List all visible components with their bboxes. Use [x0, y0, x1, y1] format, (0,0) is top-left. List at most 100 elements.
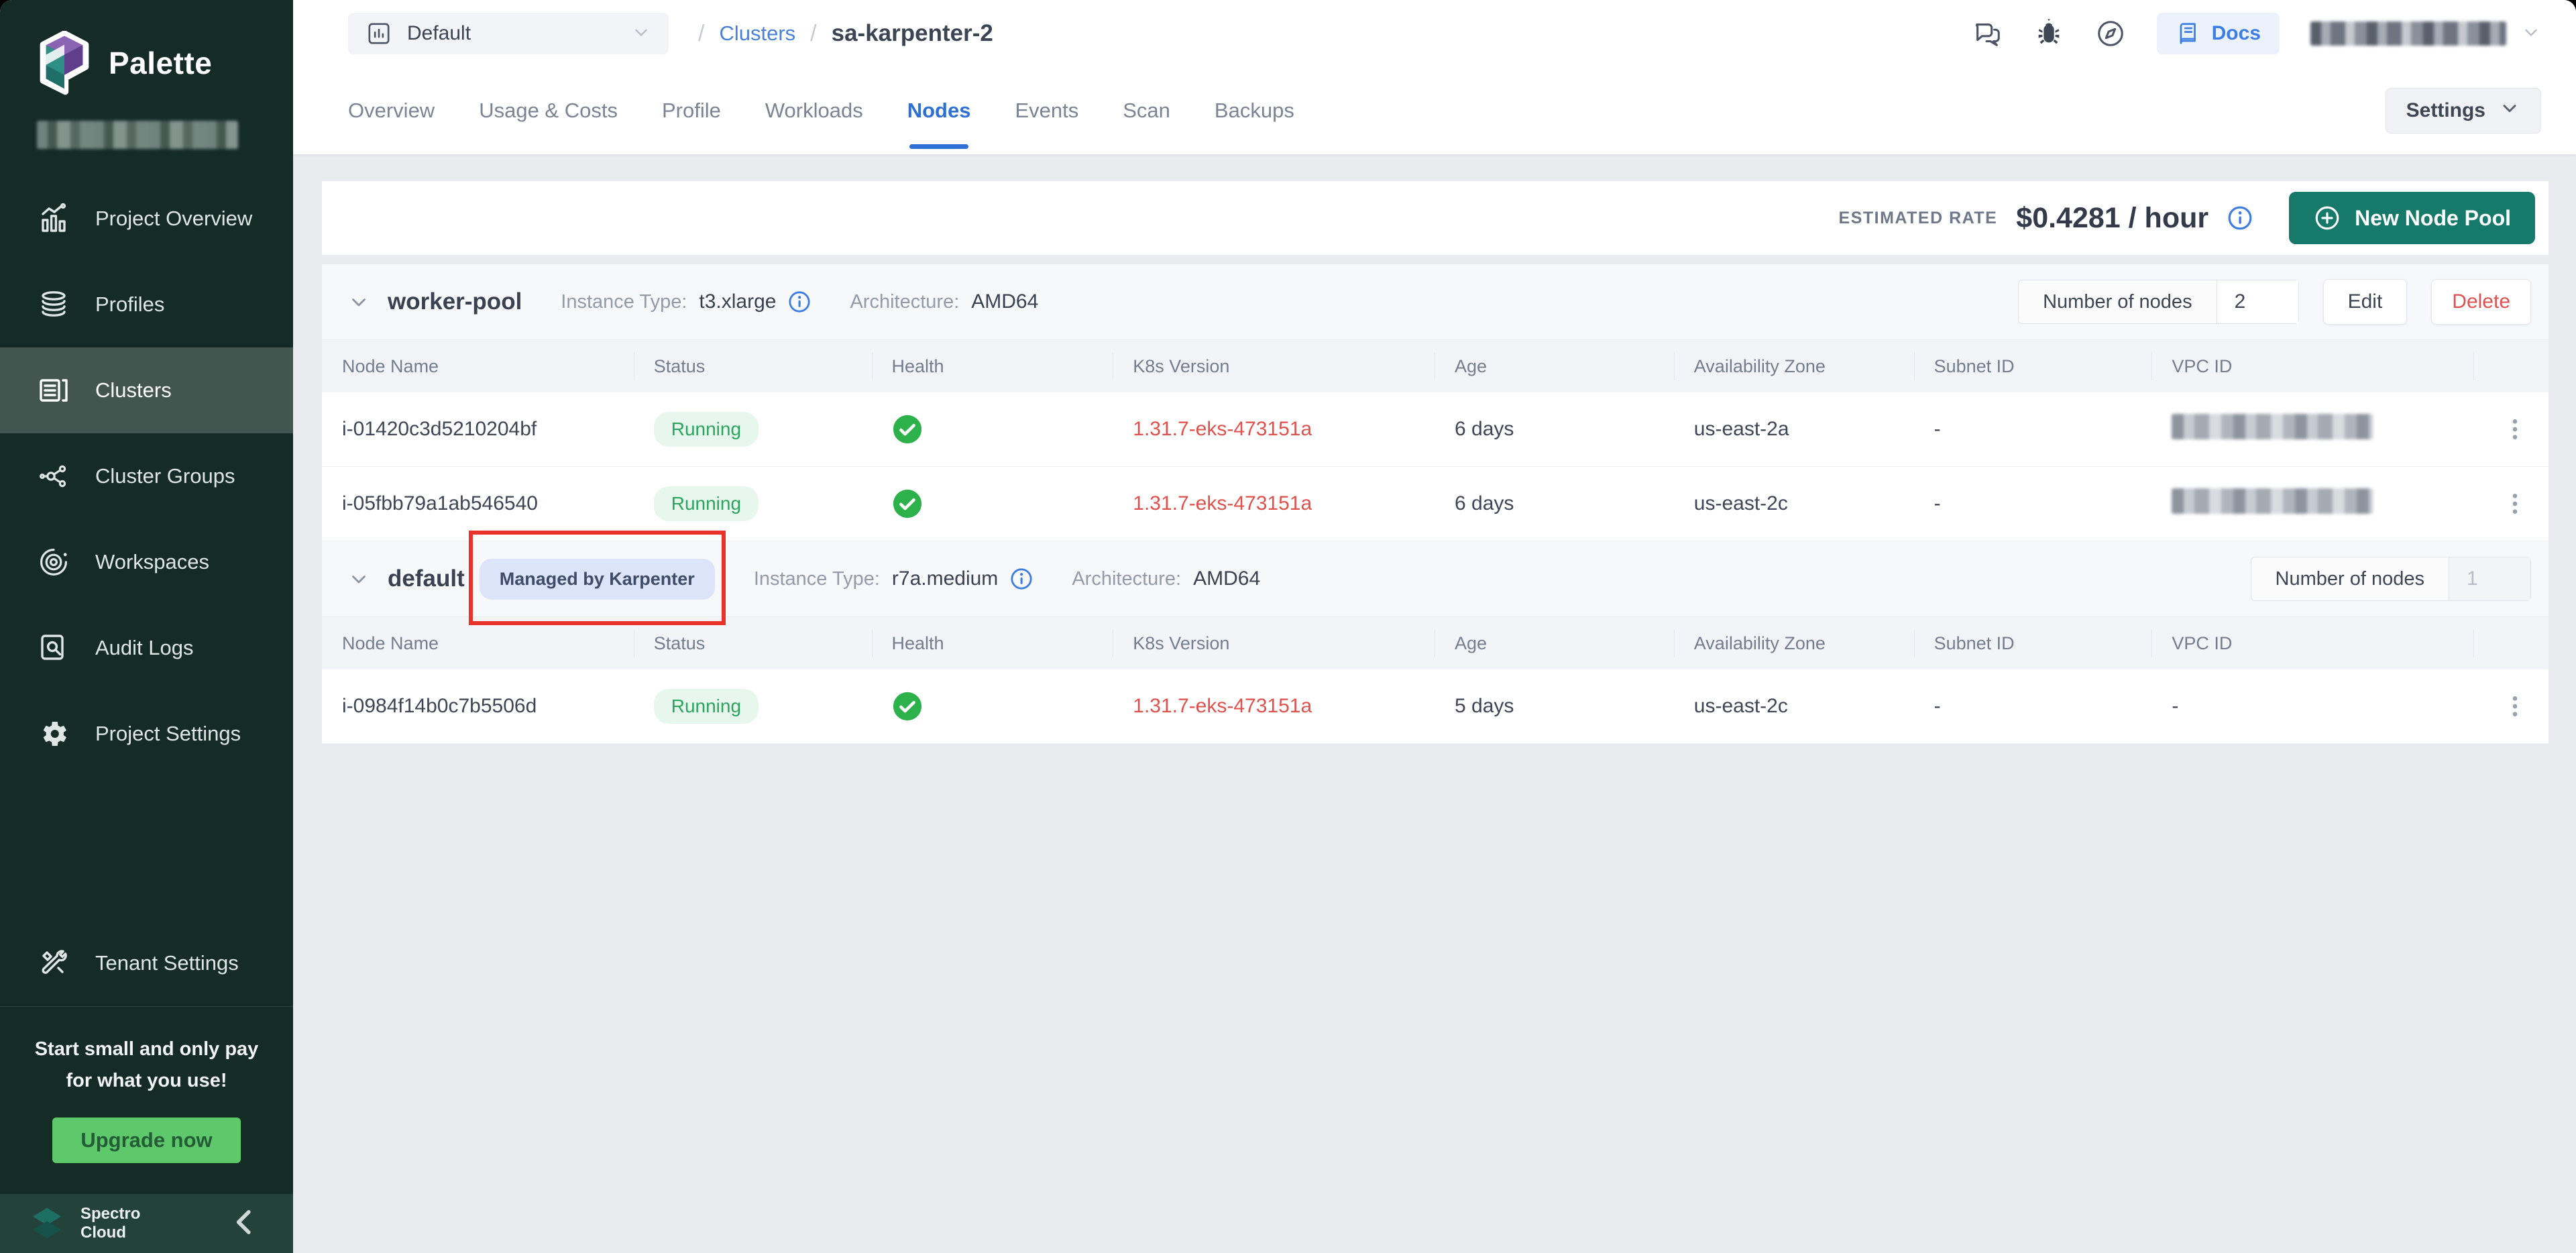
node-name-cell: i-0984f14b0c7b5506d [322, 695, 634, 718]
tab-events[interactable]: Events [1015, 67, 1078, 154]
tab-overview[interactable]: Overview [348, 67, 435, 154]
pool-header-default: default Managed by Karpenter Instance Ty… [322, 541, 2549, 617]
docs-label: Docs [2212, 22, 2261, 45]
new-node-pool-button[interactable]: New Node Pool [2289, 192, 2535, 244]
age-cell: 5 days [1435, 695, 1674, 718]
node-name-cell: i-01420c3d5210204bf [322, 418, 634, 441]
tab-workloads[interactable]: Workloads [765, 67, 863, 154]
chevron-down-icon [2521, 22, 2541, 46]
sidebar-item-project-settings[interactable]: Project Settings [0, 691, 293, 777]
tab-nodes[interactable]: Nodes [907, 67, 971, 154]
number-of-nodes-label: Number of nodes [2019, 280, 2216, 323]
cluster-tabs-bar: Overview Usage & Costs Profile Workloads… [293, 67, 2576, 154]
sidebar-item-cluster-groups[interactable]: Cluster Groups [0, 433, 293, 519]
project-chart-icon [366, 20, 392, 47]
spectro-cloud-name: Spectro Cloud [80, 1205, 140, 1242]
karpenter-badge-wrap: Managed by Karpenter [480, 559, 715, 600]
project-selector-value: Default [407, 22, 471, 45]
network-icon [38, 460, 70, 492]
status-badge: Running [654, 412, 759, 447]
breadcrumb-clusters-link[interactable]: Clusters [719, 21, 795, 46]
sidebar-item-label: Project Overview [95, 207, 252, 231]
row-actions-menu[interactable] [2473, 416, 2549, 443]
row-actions-menu[interactable] [2473, 490, 2549, 517]
table-row: i-0984f14b0c7b5506d Running 1.31.7-eks-4… [322, 669, 2549, 744]
collapse-pool-icon[interactable] [347, 290, 370, 313]
age-cell: 6 days [1435, 492, 1674, 515]
sidebar-item-workspaces[interactable]: Workspaces [0, 519, 293, 605]
pool-header-worker-pool: worker-pool Instance Type: t3.xlarge Arc… [322, 264, 2549, 340]
row-actions-menu[interactable] [2473, 693, 2549, 720]
chevron-left-icon [226, 1203, 264, 1241]
instance-type-meta: Instance Type: t3.xlarge [561, 290, 811, 313]
k8s-version-cell: 1.31.7-eks-473151a [1113, 418, 1435, 441]
status-badge: Running [654, 689, 759, 724]
delete-pool-button[interactable]: Delete [2431, 279, 2531, 325]
number-of-nodes-label: Number of nodes [2251, 557, 2449, 600]
breadcrumb-separator: / [698, 21, 704, 47]
health-cell [872, 488, 1113, 519]
health-ok-icon [892, 414, 923, 445]
upgrade-now-button[interactable]: Upgrade now [52, 1118, 240, 1163]
status-cell: Running [634, 486, 872, 521]
sidebar-item-clusters[interactable]: Clusters [0, 347, 293, 433]
top-bar: Default / Clusters / sa-karpenter-2 [293, 0, 2576, 67]
pool-controls: Number of nodes 2 Edit Delete [2018, 279, 2531, 325]
subnet-id-cell: - [1914, 492, 2152, 515]
collapse-pool-icon[interactable] [347, 567, 370, 590]
health-ok-icon [892, 691, 923, 722]
sidebar-item-label: Clusters [95, 378, 172, 402]
feedback-chat-icon[interactable] [1972, 18, 2003, 49]
settings-button[interactable]: Settings [2386, 88, 2541, 133]
sidebar-bottom: Tenant Settings Start small and only pay… [0, 920, 293, 1253]
sidebar-item-label: Workspaces [95, 550, 209, 574]
pool-controls: Number of nodes 1 [2251, 557, 2531, 601]
user-menu[interactable] [2310, 21, 2541, 46]
info-icon[interactable] [2227, 205, 2253, 231]
number-of-nodes-input[interactable]: 2 [2217, 280, 2298, 323]
vpc-id-cell [2151, 414, 2473, 445]
chart-icon [38, 203, 70, 235]
tab-scan[interactable]: Scan [1123, 67, 1170, 154]
bug-report-icon[interactable] [2033, 18, 2064, 49]
pool-name: worker-pool [388, 288, 522, 315]
subnet-id-cell: - [1914, 695, 2152, 718]
breadcrumb: / Clusters / sa-karpenter-2 [698, 20, 993, 47]
health-cell [872, 691, 1113, 722]
project-selector[interactable]: Default [348, 13, 669, 54]
user-name-redacted [2310, 21, 2506, 46]
tab-backups[interactable]: Backups [1215, 67, 1294, 154]
sidebar-nav: Project Overview Profiles Clusters C [0, 176, 293, 777]
promo-text: Start small and only pay for what you us… [19, 1034, 274, 1096]
sidebar-item-profiles[interactable]: Profiles [0, 262, 293, 347]
estimated-rate-value: $0.4281 / hour [2016, 202, 2208, 235]
status-cell: Running [634, 412, 872, 447]
app-window: Palette Project Overview Profiles [0, 0, 2576, 1253]
edit-pool-button[interactable]: Edit [2323, 279, 2408, 325]
red-annotation-box [469, 531, 726, 625]
vpc-id-cell: - [2151, 695, 2473, 718]
gear-icon [38, 718, 70, 750]
node-name-cell: i-05fbb79a1ab546540 [322, 492, 634, 515]
tab-profile[interactable]: Profile [662, 67, 721, 154]
clusters-icon [38, 374, 70, 406]
kebab-menu-icon [2502, 693, 2528, 720]
help-compass-icon[interactable] [2095, 18, 2126, 49]
number-of-nodes-control: Number of nodes 2 [2018, 280, 2298, 324]
sidebar-item-project-overview[interactable]: Project Overview [0, 176, 293, 262]
vpc-id-redacted [2172, 414, 2373, 439]
collapse-sidebar-button[interactable] [226, 1203, 264, 1244]
tab-usage-costs[interactable]: Usage & Costs [479, 67, 618, 154]
docs-book-icon [2176, 21, 2201, 46]
info-icon[interactable] [1010, 567, 1033, 590]
audit-icon [38, 632, 70, 664]
info-icon[interactable] [788, 290, 811, 313]
brand-name: Palette [109, 45, 212, 81]
upgrade-promo: Start small and only pay for what you us… [0, 1006, 293, 1194]
orbit-icon [38, 546, 70, 578]
docs-button[interactable]: Docs [2157, 13, 2280, 54]
sidebar-item-audit-logs[interactable]: Audit Logs [0, 605, 293, 691]
sidebar-item-tenant-settings[interactable]: Tenant Settings [0, 920, 293, 1006]
sidebar-item-label: Tenant Settings [95, 951, 239, 975]
instance-type-meta: Instance Type: r7a.medium [754, 567, 1033, 590]
